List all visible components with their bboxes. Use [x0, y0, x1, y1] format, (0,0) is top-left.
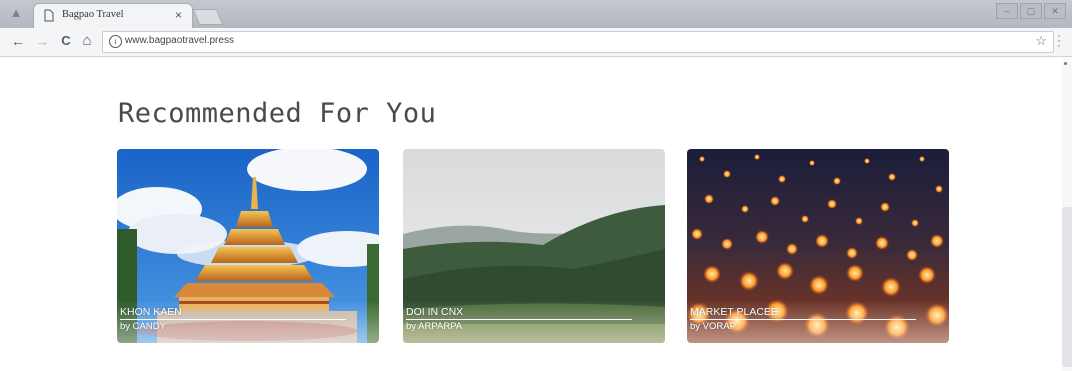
card-author: by ARPARPA [406, 321, 463, 332]
card-title: Khon Kaen [120, 306, 182, 318]
back-arrow-icon[interactable]: ← [10, 33, 26, 49]
destination-card[interactable]: Khon Kaen by CANDY [117, 149, 379, 343]
url-text[interactable]: www.bagpaotravel.press [125, 35, 234, 46]
maximize-button[interactable]: ▢ [1020, 3, 1042, 19]
forward-arrow-icon[interactable]: → [34, 33, 50, 49]
card-author: by CANDY [120, 321, 166, 332]
reload-icon[interactable]: C [58, 33, 74, 49]
address-bar[interactable]: i www.bagpaotravel.press ☆ [102, 31, 1054, 53]
card-divider [120, 319, 346, 320]
bookmark-star-icon[interactable]: ☆ [1035, 33, 1047, 49]
incognito-icon: ▲ [9, 5, 23, 20]
scroll-indicator [1064, 62, 1067, 65]
card-title: MARKET PLACEE [690, 306, 778, 318]
destination-card[interactable]: MARKET PLACEE by VORAP [687, 149, 949, 343]
new-tab-button[interactable] [192, 9, 224, 25]
minimize-button[interactable]: – [996, 3, 1018, 19]
close-window-button[interactable]: ✕ [1044, 3, 1066, 19]
scrollbar-thumb[interactable] [1062, 207, 1072, 367]
close-tab-icon[interactable]: × [175, 9, 182, 22]
home-icon[interactable]: ⌂ [79, 33, 95, 49]
destination-card[interactable]: DOI IN CNX by ARPARPA [403, 149, 665, 343]
menu-kebab-icon[interactable]: · · · [1057, 31, 1061, 52]
card-divider [690, 319, 916, 320]
card-divider [406, 319, 632, 320]
browser-tab[interactable]: Bagpao Travel × [34, 4, 192, 28]
browser-toolbar: ← → C ⌂ i www.bagpaotravel.press ☆ · · · [0, 28, 1072, 57]
page-icon [44, 9, 54, 22]
window-controls: – ▢ ✕ [996, 3, 1066, 19]
section-heading: Recommended For You [118, 98, 437, 129]
window-titlebar: ▲ Bagpao Travel × – ▢ ✕ [0, 0, 1072, 28]
info-icon[interactable]: i [109, 35, 122, 48]
card-author: by VORAP [690, 321, 736, 332]
tab-title: Bagpao Travel [62, 9, 124, 20]
card-title: DOI IN CNX [406, 306, 464, 318]
